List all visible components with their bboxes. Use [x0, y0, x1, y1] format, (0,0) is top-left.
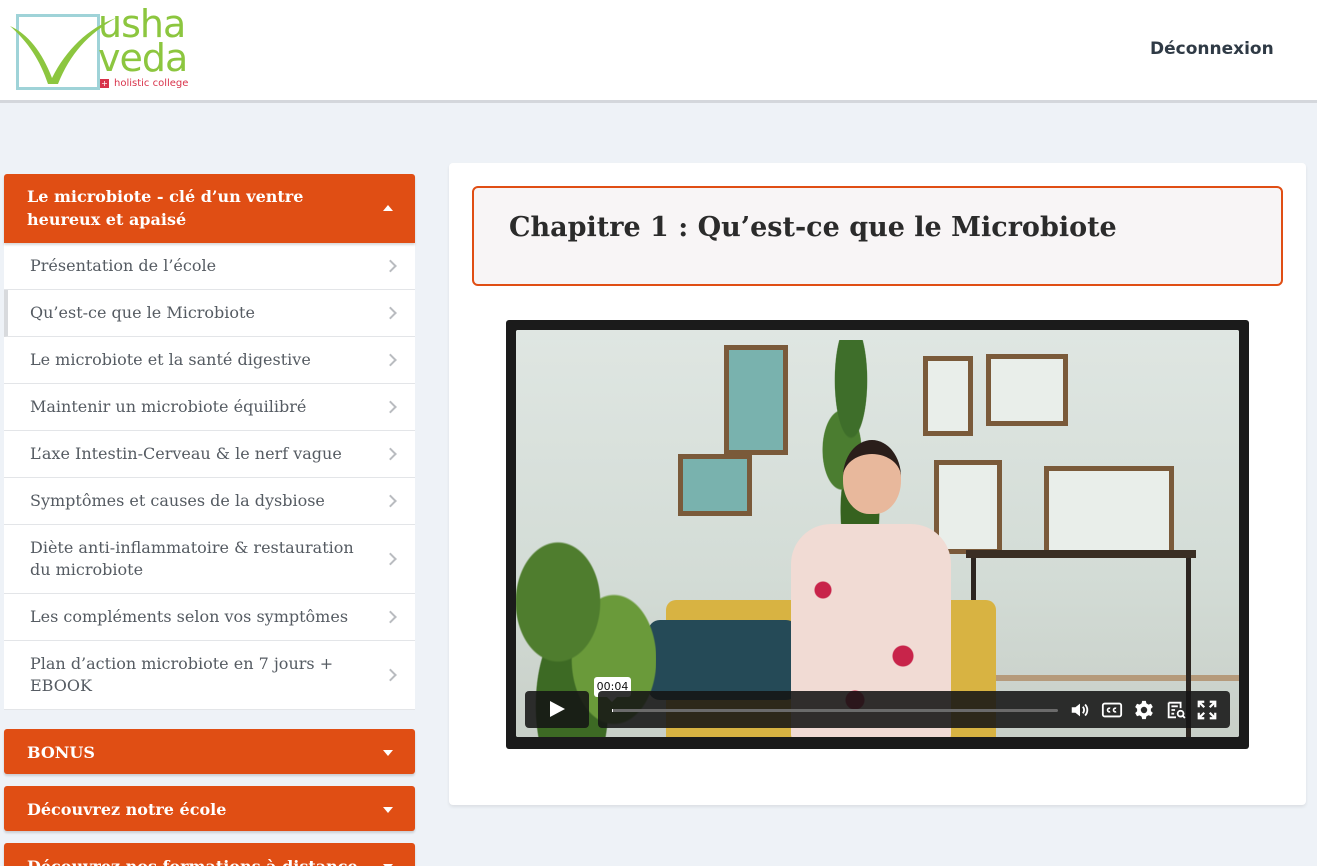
lesson-label: Les compléments selon vos symptômes — [30, 607, 349, 626]
module-header-formations[interactable]: Découvrez nos formations à distance — [4, 843, 415, 866]
module-title: Découvrez notre école — [27, 800, 227, 819]
lesson-content-card: Chapitre 1 : Qu’est-ce que le Microbiote — [449, 163, 1306, 805]
logo[interactable]: usha veda + holistic college — [8, 4, 198, 92]
chevron-right-icon — [384, 447, 397, 461]
lesson-item[interactable]: Le microbiote et la santé digestive — [4, 337, 415, 384]
chapter-title-box: Chapitre 1 : Qu’est-ce que le Microbiote — [472, 186, 1283, 286]
module-header-bonus[interactable]: BONUS — [4, 729, 415, 774]
swiss-cross-icon: + — [100, 78, 109, 88]
site-header: usha veda + holistic college Déconnexion — [0, 0, 1317, 103]
video-player: 00:04 — [506, 320, 1249, 749]
lesson-label: Le microbiote et la santé digestive — [30, 350, 311, 369]
chevron-right-icon — [384, 552, 397, 566]
logout-link[interactable]: Déconnexion — [1150, 39, 1274, 59]
lesson-item[interactable]: Symptômes et causes de la dysbiose — [4, 478, 415, 525]
closed-captions-icon[interactable] — [1101, 699, 1123, 721]
chevron-right-icon — [384, 353, 397, 367]
course-sidebar: Le microbiote - clé d’un ventre heureux … — [4, 174, 415, 866]
wall-frame-picture — [923, 356, 973, 436]
logo-word-veda: veda — [98, 36, 188, 80]
caret-down-icon — [383, 749, 393, 756]
logo-subtitle-text: holistic college — [114, 78, 189, 89]
lesson-item[interactable]: Présentation de l’école — [4, 243, 415, 290]
lesson-label: Plan d’action microbiote en 7 jours + EB… — [30, 654, 334, 695]
fullscreen-icon[interactable] — [1196, 699, 1218, 721]
caret-down-icon — [383, 806, 393, 813]
lesson-item[interactable]: Les compléments selon vos symptômes — [4, 594, 415, 641]
play-button[interactable] — [525, 691, 589, 728]
lesson-label: L’axe Intestin-Cerveau & le nerf vague — [30, 444, 342, 463]
video-area[interactable]: 00:04 — [516, 330, 1239, 737]
chevron-right-icon — [384, 494, 397, 508]
progress-bar[interactable] — [612, 709, 1058, 712]
lesson-item[interactable]: Diète anti-inflammatoire & restauration … — [4, 525, 415, 594]
wall-frame-picture — [1044, 466, 1174, 558]
transcript-search-icon[interactable] — [1165, 699, 1187, 721]
settings-icon[interactable] — [1133, 699, 1155, 721]
progress-fill — [612, 709, 613, 712]
lesson-item[interactable]: Maintenir un microbiote équilibré — [4, 384, 415, 431]
lesson-item-active[interactable]: Qu’est-ce que le Microbiote — [4, 290, 415, 337]
lesson-label: Symptômes et causes de la dysbiose — [30, 491, 325, 510]
play-icon — [550, 701, 565, 717]
chevron-right-icon — [384, 610, 397, 624]
module-title: Découvrez nos formations à distance — [27, 857, 358, 866]
module-title: BONUS — [27, 743, 95, 762]
lesson-list: Présentation de l’école Qu’est-ce que le… — [4, 243, 415, 710]
chapter-title: Chapitre 1 : Qu’est-ce que le Microbiote — [509, 212, 1117, 243]
wall-frame-picture — [724, 345, 788, 455]
caret-up-icon — [383, 204, 393, 211]
lesson-label: Présentation de l’école — [30, 256, 217, 275]
volume-icon[interactable] — [1069, 699, 1091, 721]
chevron-right-icon — [384, 259, 397, 273]
wall-frame-picture — [986, 354, 1068, 426]
module-header-ecole[interactable]: Découvrez notre école — [4, 786, 415, 831]
chevron-right-icon — [384, 306, 397, 320]
lesson-label: Diète anti-inflammatoire & restauration … — [30, 538, 354, 579]
chevron-right-icon — [384, 400, 397, 414]
lesson-item[interactable]: L’axe Intestin-Cerveau & le nerf vague — [4, 431, 415, 478]
lesson-item[interactable]: Plan d’action microbiote en 7 jours + EB… — [4, 641, 415, 710]
logo-subtitle: + holistic college — [100, 78, 188, 89]
video-control-bar — [598, 691, 1230, 728]
lesson-label: Qu’est-ce que le Microbiote — [30, 303, 255, 322]
wall-frame-picture — [678, 454, 752, 516]
module-header-microbiote[interactable]: Le microbiote - clé d’un ventre heureux … — [4, 174, 415, 243]
module-title: Le microbiote - clé d’un ventre heureux … — [27, 187, 304, 229]
lesson-label: Maintenir un microbiote équilibré — [30, 397, 307, 416]
chevron-right-icon — [384, 668, 397, 682]
